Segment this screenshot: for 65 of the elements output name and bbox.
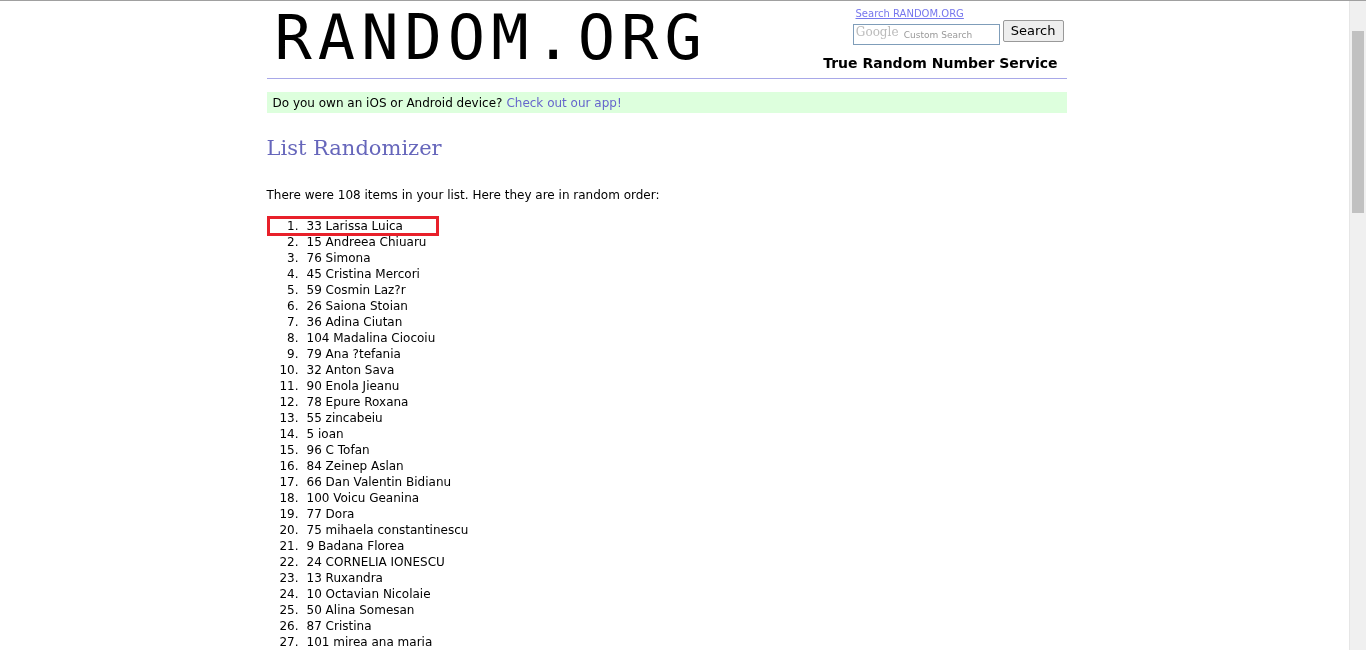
list-item: 10 Octavian Nicolaie [306, 585, 431, 603]
list-item: 96 C Tofan [306, 441, 370, 459]
list-number: 9. [286, 345, 299, 363]
list-item: 84 Zeinep Aslan [306, 457, 404, 475]
list-item: 90 Enola Jieanu [306, 377, 400, 395]
list-number: 6. [286, 297, 299, 315]
list-item: 78 Epure Roxana [306, 393, 409, 411]
list-number: 26. [278, 617, 299, 635]
list-number: 13. [278, 409, 299, 427]
list-item: 33 Larissa Luica [306, 217, 403, 235]
list-item: 100 Voicu Geanina [306, 489, 420, 507]
list-number: 15. [278, 441, 299, 459]
list-item: 15 Andreea Chiuaru [306, 233, 427, 251]
page-heading: List Randomizer [266, 135, 443, 162]
list-item: 55 zincabeiu [306, 409, 383, 427]
search-button[interactable]: Search [1002, 20, 1064, 42]
list-number: 22. [278, 553, 299, 571]
list-item: 101 mirea ana maria [306, 633, 433, 650]
list-number: 24. [278, 585, 299, 603]
list-number: 25. [278, 601, 299, 619]
list-number: 1. [286, 217, 299, 235]
list-number: 5. [286, 281, 299, 299]
list-number: 20. [278, 521, 299, 539]
list-number: 10. [278, 361, 299, 379]
list-item: 77 Dora [306, 505, 355, 523]
list-number: 12. [278, 393, 299, 411]
search-link[interactable]: Search RANDOM.ORG [855, 8, 1064, 20]
list-item: 9 Badana Florea [306, 537, 405, 555]
list-number: 18. [278, 489, 299, 507]
google-brand-text: Google [855, 23, 899, 41]
site-logo[interactable]: RANDOM.ORG [274, 7, 708, 78]
list-item: 59 Cosmin Laz?r [306, 281, 406, 299]
list-item: 75 mihaela constantinescu [306, 521, 469, 539]
list-number: 2. [286, 233, 299, 251]
list-item: 32 Anton Sava [306, 361, 395, 379]
list-item: 13 Ruxandra [306, 569, 383, 587]
list-number: 23. [278, 569, 299, 587]
list-number: 27. [278, 633, 299, 650]
list-number: 8. [286, 329, 299, 347]
list-number: 7. [286, 313, 299, 331]
list-number: 17. [278, 473, 299, 491]
list-item: 87 Cristina [306, 617, 372, 635]
scrollbar-thumb[interactable] [1352, 31, 1364, 213]
banner-text: Do you own an iOS or Android device? [272, 94, 503, 112]
list-item: 50 Alina Somesan [306, 601, 415, 619]
list-item: 36 Adina Ciutan [306, 313, 403, 331]
list-number: 3. [286, 249, 299, 267]
list-number: 19. [278, 505, 299, 523]
scrollbar[interactable] [1349, 1, 1366, 650]
list-item: 104 Madalina Ciocoiu [306, 329, 436, 347]
list-item: 66 Dan Valentin Bidianu [306, 473, 452, 491]
intro-text: There were 108 items in your list. Here they are in random order: [266, 186, 661, 204]
list-item: 5 ioan [306, 425, 344, 443]
list-number: 21. [278, 537, 299, 555]
list-item: 79 Ana ?tefania [306, 345, 401, 363]
list-number: 14. [278, 425, 299, 443]
list-item: 26 Saiona Stoian [306, 297, 408, 315]
list-number: 11. [278, 377, 299, 395]
list-item: 45 Cristina Mercori [306, 265, 420, 283]
list-number: 16. [278, 457, 299, 475]
app-link[interactable]: Check out our app! [506, 93, 622, 112]
list-number: 4. [286, 265, 299, 283]
list-item: 24 CORNELIA IONESCU [306, 553, 445, 571]
tagline: True Random Number Service [823, 54, 1058, 73]
list-item: 76 Simona [306, 249, 371, 267]
